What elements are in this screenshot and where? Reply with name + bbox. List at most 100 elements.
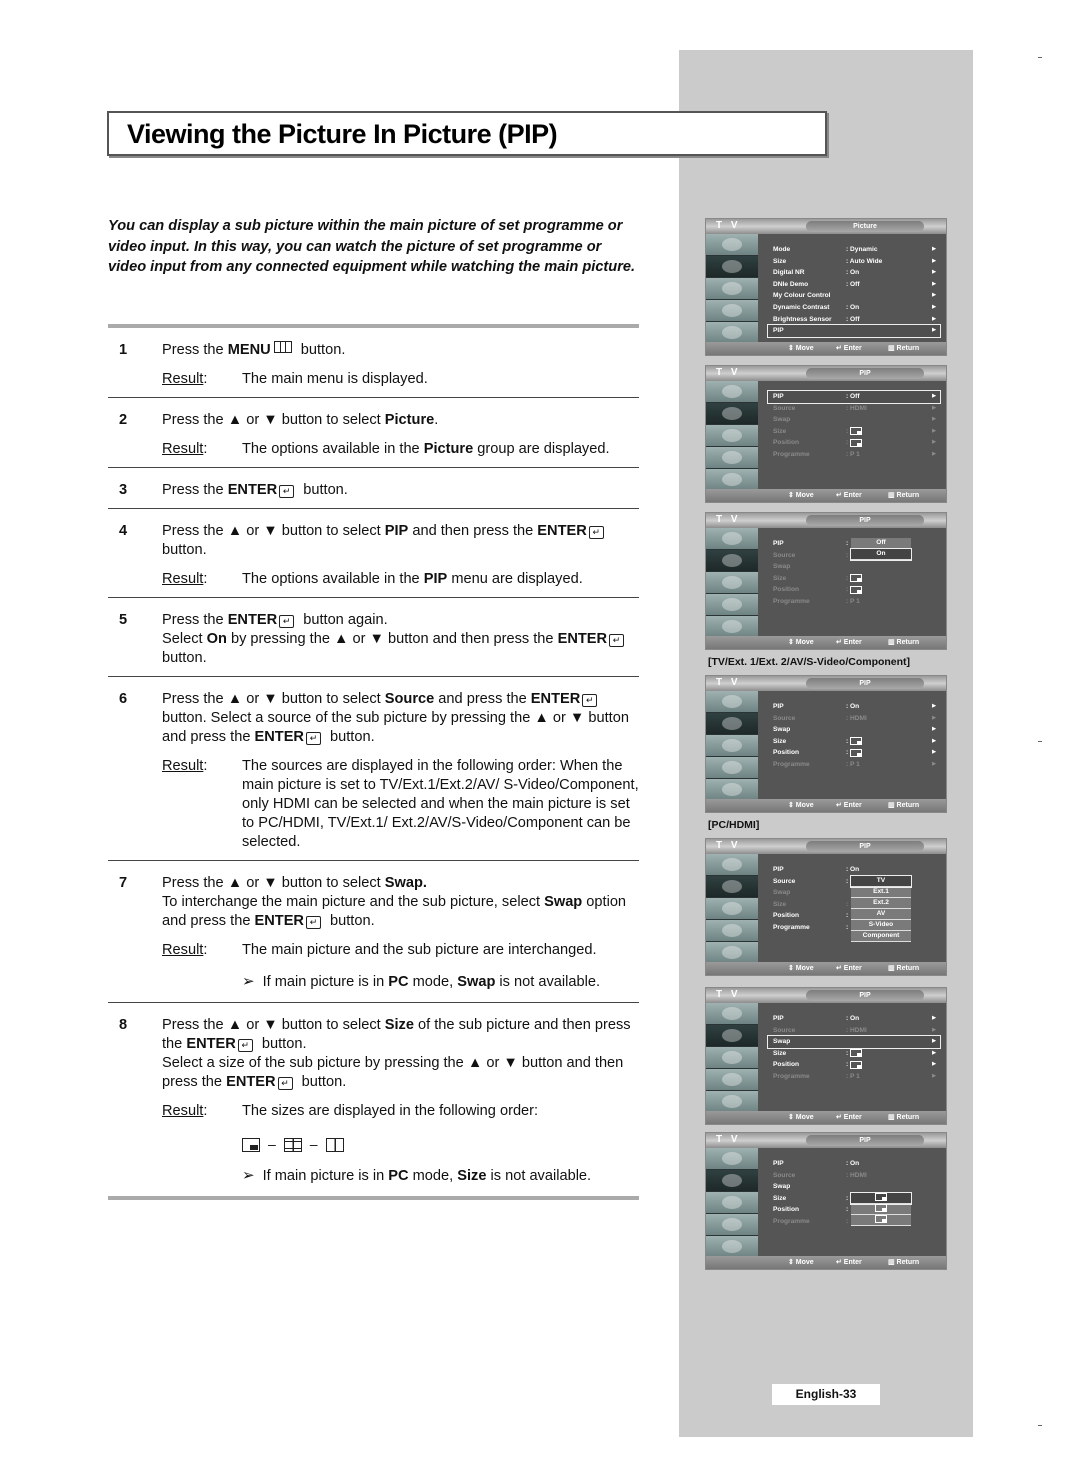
arrow-right-icon: ▶ <box>932 269 936 276</box>
menu-row: Swap <box>768 561 940 573</box>
pip-size-icon <box>850 1049 863 1058</box>
menu-row: Position: ▶ <box>768 437 940 449</box>
menu-row: Source: HDMI ▶ <box>768 403 940 415</box>
setup-icon <box>706 779 758 801</box>
move-hint: ⇕ Move <box>788 492 814 499</box>
note-arrow-icon: ➢ <box>242 1167 255 1184</box>
picture-icon-glyph <box>722 1174 742 1187</box>
step-body: Press the ▲ or ▼ button to select Size o… <box>162 1016 639 1186</box>
menu-row: Programme: P 1 ▶ <box>768 449 940 461</box>
result-label-wrap: Result: <box>162 441 208 457</box>
menu-tab-title: Picture <box>806 221 924 232</box>
input-icon <box>706 234 758 256</box>
menu-row-label: Swap <box>773 1183 791 1191</box>
crop-mark <box>1038 741 1042 742</box>
crop-mark <box>1038 1425 1042 1426</box>
step-result: Result: The options available in the Pict… <box>162 440 639 459</box>
arrow-right-icon: ▶ <box>932 737 936 744</box>
popup-option: Off <box>851 538 911 549</box>
enter-icon: ↵ <box>582 694 598 707</box>
menu-row-value: : On <box>846 269 860 277</box>
move-hint: ⇕ Move <box>788 802 814 809</box>
menu-row: Programme: P 1 ▶ <box>768 1071 940 1083</box>
menu-row-label: Source <box>773 1026 796 1034</box>
bold-term: ENTER <box>254 913 304 929</box>
menu-row-label: Swap <box>773 726 791 734</box>
setup-icon-glyph <box>722 473 742 486</box>
enter-icon: ↵ <box>277 1077 293 1090</box>
source-group-label: [PC/HDMI] <box>708 819 760 831</box>
channel-icon-glyph <box>722 598 742 611</box>
note: ➢ If main picture is in PC mode, Swap is … <box>242 973 601 990</box>
tv-menu-screen: T V PIP PIP: On Source: Swap Size: Position: Pr… <box>705 838 947 976</box>
menu-row-label: Source <box>773 877 796 885</box>
menu-row-value: : <box>846 747 863 758</box>
osd-footer: ⇕ Move ↵ Enter ▥ Return <box>706 489 946 502</box>
popup-option: AV <box>851 908 911 920</box>
pip-size-icon <box>850 585 863 594</box>
arrow-right-icon: ▶ <box>932 1072 936 1079</box>
step-body: Press the ENTER ↵ button again. Select On … <box>162 611 639 668</box>
menu-row-label: PIP <box>773 703 784 710</box>
bold-term: PIP <box>423 571 448 587</box>
menu-row: Size: ▶ <box>768 1048 940 1060</box>
menu-row-label: PIP <box>773 1160 784 1167</box>
arrow-right-icon: ▶ <box>932 257 936 264</box>
menu-row-label: PIP <box>773 393 784 400</box>
menu-row-value: : <box>846 1194 849 1202</box>
menu-row-value: : Off <box>846 393 860 400</box>
arrow-right-icon: ▶ <box>932 714 936 721</box>
arrow-right-icon: ▶ <box>932 703 936 709</box>
menu-row: Source: HDMI ▶ <box>768 1025 940 1037</box>
picture-icon <box>706 256 758 278</box>
input-icon-glyph <box>722 695 742 708</box>
step-result: Result: The sources are displayed in the … <box>162 757 639 852</box>
sound-icon-glyph <box>722 429 742 442</box>
menu-rows: Mode: Dynamic ▶ Size: Auto Wide ▶ Digital NR… <box>767 244 941 338</box>
input-icon <box>706 854 758 876</box>
enter-icon: ↵ <box>279 615 295 628</box>
osd-header: T V PIP <box>706 839 946 854</box>
tv-menu-screen: T V PIP PIP: On ▶ Source: HDMI ▶ Swap ▶ Size: ▶ P… <box>705 675 947 813</box>
menu-row: Swap ▶ <box>768 414 940 426</box>
channel-icon-glyph <box>722 451 742 464</box>
menu-row-label: Programme <box>773 597 810 605</box>
menu-row: PIP ▶ <box>767 324 941 338</box>
menu-icons <box>706 528 758 638</box>
menu-icon <box>273 341 292 353</box>
setup-icon-glyph <box>722 1240 742 1253</box>
popup-option: On <box>850 548 912 561</box>
setup-icon-glyph <box>722 1095 742 1108</box>
input-icon <box>706 381 758 403</box>
menu-row-label: Programme <box>773 923 810 931</box>
menu-row-label: Position <box>773 1206 800 1214</box>
arrow-right-icon: ▶ <box>932 1038 936 1045</box>
enter-icon: ↵ <box>305 916 321 929</box>
menu-icons <box>706 234 758 344</box>
menu-row-value: : <box>846 1217 849 1225</box>
result-text: The options available in the PIP menu ar… <box>242 571 583 587</box>
osd-footer: ⇕ Move ↵ Enter ▥ Return <box>706 636 946 649</box>
bold-term: Swap <box>457 974 496 990</box>
intro-paragraph: You can display a sub picture within the… <box>108 218 636 276</box>
dash: – <box>309 1136 318 1152</box>
enter-hint: ↵ Enter <box>836 492 862 499</box>
menu-row-label: Swap <box>773 416 791 424</box>
menu-row-value: : <box>846 1206 849 1214</box>
sound-icon <box>706 1047 758 1069</box>
menu-row-label: Source <box>773 551 796 559</box>
channel-icon-glyph <box>722 1073 742 1086</box>
input-icon <box>706 1148 758 1170</box>
option-popup: Off On <box>850 538 912 561</box>
menu-row-value: : HDMI <box>846 1171 867 1179</box>
osd-header: T V PIP <box>706 513 946 528</box>
picture-icon-glyph <box>722 1029 742 1042</box>
picture-icon-glyph <box>722 554 742 567</box>
menu-row-label: DNIe Demo <box>773 280 809 288</box>
arrow-right-icon: ▶ <box>932 315 936 322</box>
step-body: Press the ▲ or ▼ button to select Source… <box>162 690 639 852</box>
pip-size-icon <box>875 1215 887 1224</box>
menu-row: Swap ▶ <box>768 724 940 736</box>
tv-label: T V <box>716 677 741 688</box>
sound-icon <box>706 572 758 594</box>
